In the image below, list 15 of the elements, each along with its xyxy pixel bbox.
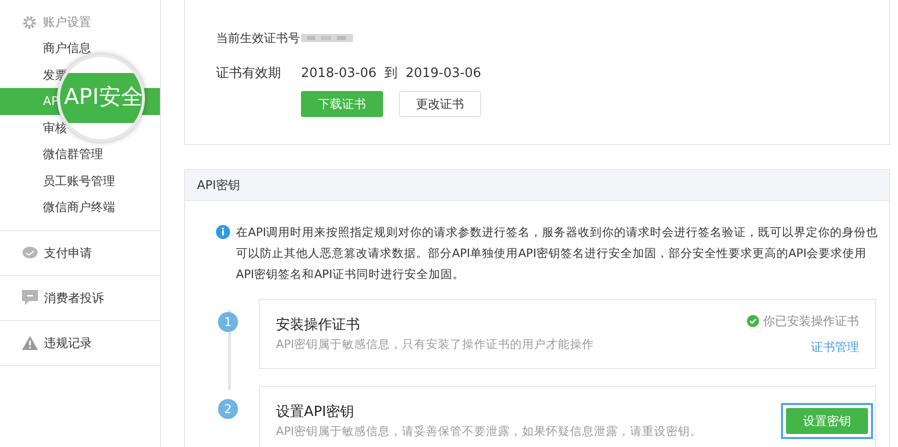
step-title: 设置API密钥 (276, 402, 356, 422)
step-description: API密钥属于敏感信息，只有安装了操作证书的用户才能操作 (276, 336, 596, 353)
step-description: API密钥属于敏感信息，请妥善保管不要泄露，如果怀疑信息泄露，请重设密钥。 (276, 422, 704, 440)
notice-text: 在API调用时用来按照指定规则对你的请求参数进行签名，服务器收到你的请求时会进行签名验证，既可以界定你的身份也可以防止其他人恶意篡改请求数据。部分API单独使用API密钥签名进行安全加固，部分安全性要求更高的API会要求使用API密钥签名和API证书同时进行安全加固。 (236, 224, 879, 283)
step-title: 安装操作证书 (276, 316, 361, 335)
field-label: 当前生效证书号 (216, 30, 301, 47)
step-number: 1 (218, 312, 238, 332)
sidebar-group-label: 账户设置 (43, 14, 91, 31)
date-text: 2018-03-06 (301, 65, 377, 84)
field-label: 证书有效期 (216, 65, 282, 84)
status-text: 你已安装操作证书 (763, 313, 859, 330)
date-text: 2019-03-06 (406, 65, 482, 84)
step-number: 2 (218, 399, 238, 419)
section-title: API密钥 (185, 170, 889, 201)
range-separator: 到 (384, 65, 398, 84)
